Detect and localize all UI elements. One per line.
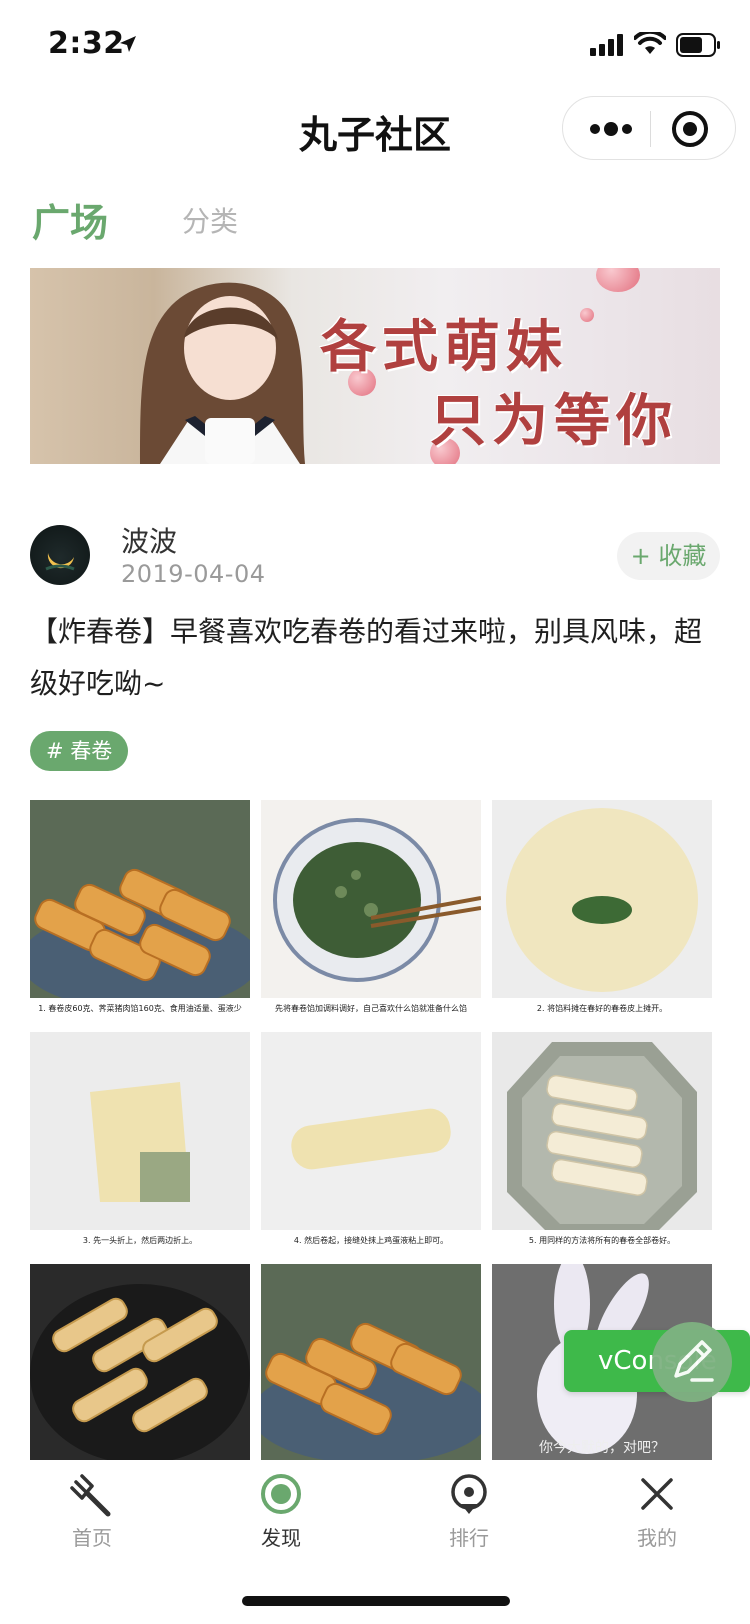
tabbar-label: 首页 bbox=[72, 1526, 112, 1550]
post-photo[interactable]: 3. 先一头折上，然后两边折上。 bbox=[30, 1032, 250, 1252]
post-photo[interactable]: 1. 春卷皮60克、荠菜猪肉馅160克、食用油适量、蛋液少 bbox=[30, 800, 250, 1020]
tabbar-item-mine[interactable]: 我的 bbox=[602, 1470, 712, 1551]
photo-caption: 你今大默的，对吧？ bbox=[539, 1440, 665, 1456]
photo-caption: 先将春卷馅加调料调好，自己喜欢什么馅就准备什么馅 bbox=[261, 998, 481, 1020]
spring-rolls-plate-image bbox=[30, 800, 250, 1020]
wrapper-with-filling-image bbox=[492, 800, 712, 1020]
navigation-bar: 丸子社区 bbox=[0, 90, 750, 178]
photo-caption: 5. 用同样的方法将所有的春卷全部卷好。 bbox=[492, 1230, 712, 1252]
banner-headline: 各式萌妹 bbox=[320, 315, 568, 380]
topic-tag[interactable]: # 春卷 bbox=[30, 731, 129, 771]
tabbar-item-ranking[interactable]: 排行 bbox=[414, 1470, 524, 1551]
photo-caption: 3. 先一头折上，然后两边折上。 bbox=[30, 1230, 250, 1252]
banner-bubble bbox=[596, 268, 640, 292]
tabbar-item-discover[interactable]: 发现 bbox=[226, 1470, 336, 1551]
banner-subheadline: 只为等你 bbox=[430, 389, 678, 454]
post-photo[interactable]: 2. 将馅料摊在春好的春卷皮上摊开。 bbox=[492, 800, 712, 1020]
finished-spring-rolls-image bbox=[261, 1264, 481, 1460]
mini-program-capsule bbox=[562, 96, 736, 160]
moon-icon bbox=[45, 553, 75, 571]
tabbar-label: 排行 bbox=[449, 1526, 489, 1550]
home-indicator bbox=[242, 1596, 510, 1606]
author-name[interactable]: 波波 bbox=[121, 520, 177, 560]
fork-icon bbox=[70, 1474, 111, 1517]
author-avatar[interactable] bbox=[30, 525, 90, 585]
tabbar-label: 发现 bbox=[261, 1526, 301, 1550]
filling-bowl-image bbox=[261, 800, 481, 1020]
tabbar-label: 我的 bbox=[637, 1526, 677, 1550]
banner-girl-image bbox=[140, 282, 305, 464]
rolled-spring-roll-image bbox=[261, 1032, 481, 1252]
raw-rolls-plate-image bbox=[492, 1032, 712, 1252]
post-date: 2019-04-04 bbox=[121, 560, 266, 588]
folding-wrapper-image bbox=[30, 1032, 250, 1252]
tabbar-item-home[interactable]: 首页 bbox=[37, 1470, 147, 1551]
capsule-divider bbox=[650, 111, 651, 147]
discover-icon bbox=[261, 1474, 301, 1514]
tab-category[interactable]: 分类 bbox=[182, 200, 238, 240]
post-photo[interactable]: 先将春卷馅加调料调好，自己喜欢什么馅就准备什么馅 bbox=[261, 800, 481, 1020]
cellular-signal-icon bbox=[590, 34, 623, 56]
battery-icon bbox=[676, 33, 720, 57]
photo-caption: 4. 然后卷起，接缝处抹上鸡蛋液粘上即可。 bbox=[261, 1230, 481, 1252]
more-icon[interactable] bbox=[587, 115, 635, 143]
post-photo[interactable] bbox=[30, 1264, 250, 1460]
post-photo[interactable] bbox=[261, 1264, 481, 1460]
photo-caption: 2. 将馅料摊在春好的春卷皮上摊开。 bbox=[492, 998, 712, 1020]
close-mini-program-icon[interactable] bbox=[671, 110, 709, 148]
frying-rolls-image bbox=[30, 1264, 250, 1460]
favorite-button[interactable]: + 收藏 bbox=[617, 532, 720, 580]
status-bar: 2:32 bbox=[0, 0, 750, 90]
promo-banner[interactable]: 各式萌妹 只为等你 bbox=[30, 268, 720, 464]
photo-caption: 1. 春卷皮60克、荠菜猪肉馅160克、食用油适量、蛋液少 bbox=[30, 998, 250, 1020]
pencil-icon bbox=[674, 1340, 714, 1382]
location-arrow-icon bbox=[120, 36, 136, 52]
status-time: 2:32 bbox=[48, 26, 125, 61]
tab-square[interactable]: 广场 bbox=[32, 192, 108, 247]
post-photo[interactable]: 4. 然后卷起，接缝处抹上鸡蛋液粘上即可。 bbox=[261, 1032, 481, 1252]
wifi-icon bbox=[634, 32, 666, 54]
close-icon bbox=[641, 1478, 673, 1510]
post-photo[interactable]: 5. 用同样的方法将所有的春卷全部卷好。 bbox=[492, 1032, 712, 1252]
edit-post-button[interactable] bbox=[652, 1322, 732, 1402]
post-text: 【炸春卷】早餐喜欢吃春卷的看过来啦，别具风味，超级好吃呦~ bbox=[30, 615, 703, 700]
banner-bubble bbox=[580, 308, 594, 322]
location-pin-icon bbox=[451, 1474, 487, 1514]
